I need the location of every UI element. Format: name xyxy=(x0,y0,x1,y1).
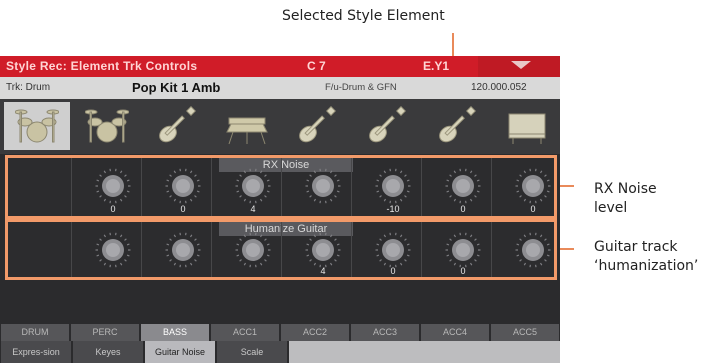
page-tab-1[interactable]: Expres-sion xyxy=(1,341,71,363)
menu-button[interactable] xyxy=(478,56,560,77)
callout-rx-noise-line1: RX Noise xyxy=(594,181,657,197)
callout-guitar-humanization: Guitar track ‘humanization’ xyxy=(594,238,698,276)
guitar-icon xyxy=(365,106,409,146)
humanize-highlight-box xyxy=(5,219,557,280)
sound-name[interactable]: Pop Kit 1 Amb xyxy=(132,80,220,95)
page-tab-2[interactable]: Keyes xyxy=(73,341,143,363)
track-tab-acc4[interactable]: ACC4 xyxy=(421,324,489,341)
leader-line-rx-noise xyxy=(558,185,574,187)
callout-rx-noise-line2: level xyxy=(594,200,628,216)
guitar-icon xyxy=(155,106,199,146)
track-button-5[interactable] xyxy=(284,102,350,150)
page-title: Style Rec: Element Trk Controls xyxy=(6,59,198,73)
callout-humanize-line2: ‘humanization’ xyxy=(594,258,699,274)
track-button-1[interactable] xyxy=(4,102,70,150)
synth-keyboard-icon xyxy=(225,106,269,146)
callout-selected-style-element: Selected Style Element xyxy=(282,8,445,24)
drum-kit-icon xyxy=(15,106,59,146)
track-button-8[interactable] xyxy=(494,102,560,150)
page-tab-bar-filler xyxy=(289,341,560,363)
piano-icon xyxy=(505,106,549,146)
track-tab-perc[interactable]: PERC xyxy=(71,324,139,341)
track-button-2[interactable] xyxy=(74,102,140,150)
track-button-4[interactable] xyxy=(214,102,280,150)
chord-readout: C 7 xyxy=(307,59,326,73)
track-icon-row xyxy=(0,99,560,154)
info-bar: Trk: Drum Pop Kit 1 Amb F/u-Drum & GFN 1… xyxy=(0,77,560,99)
bottom-tab-area: DRUM PERC BASS ACC1 ACC2 ACC3 ACC4 ACC5 Expres-s… xyxy=(0,324,560,363)
favorite-label: F/u-Drum & GFN xyxy=(325,82,397,93)
track-button-7[interactable] xyxy=(424,102,490,150)
track-tab-acc2[interactable]: ACC2 xyxy=(281,324,349,341)
tempo-readout: 120.000.052 xyxy=(471,82,527,93)
rx-noise-highlight-box xyxy=(5,155,557,219)
leader-line-humanize xyxy=(558,248,574,250)
track-tab-acc3[interactable]: ACC3 xyxy=(351,324,419,341)
track-tab-acc1[interactable]: ACC1 xyxy=(211,324,279,341)
drum-kit-icon xyxy=(85,106,129,146)
track-button-3[interactable] xyxy=(144,102,210,150)
track-label: Trk: Drum xyxy=(6,82,51,93)
style-element-readout[interactable]: E.Y1 xyxy=(423,59,449,73)
callout-rx-noise-level: RX Noise level xyxy=(594,180,657,218)
page-tab-3[interactable]: Guitar Noise xyxy=(145,341,215,363)
guitar-icon xyxy=(435,106,479,146)
guitar-icon xyxy=(295,106,339,146)
page-tab-4[interactable]: Scale xyxy=(217,341,287,363)
track-tab-bass[interactable]: BASS xyxy=(141,324,209,341)
track-button-6[interactable] xyxy=(354,102,420,150)
menu-arrow-icon xyxy=(511,61,531,69)
track-tab-drum[interactable]: DRUM xyxy=(1,324,69,341)
track-tab-acc5[interactable]: ACC5 xyxy=(491,324,559,341)
callout-humanize-line1: Guitar track xyxy=(594,239,678,255)
title-bar: Style Rec: Element Trk Controls C 7 E.Y1 xyxy=(0,56,560,77)
